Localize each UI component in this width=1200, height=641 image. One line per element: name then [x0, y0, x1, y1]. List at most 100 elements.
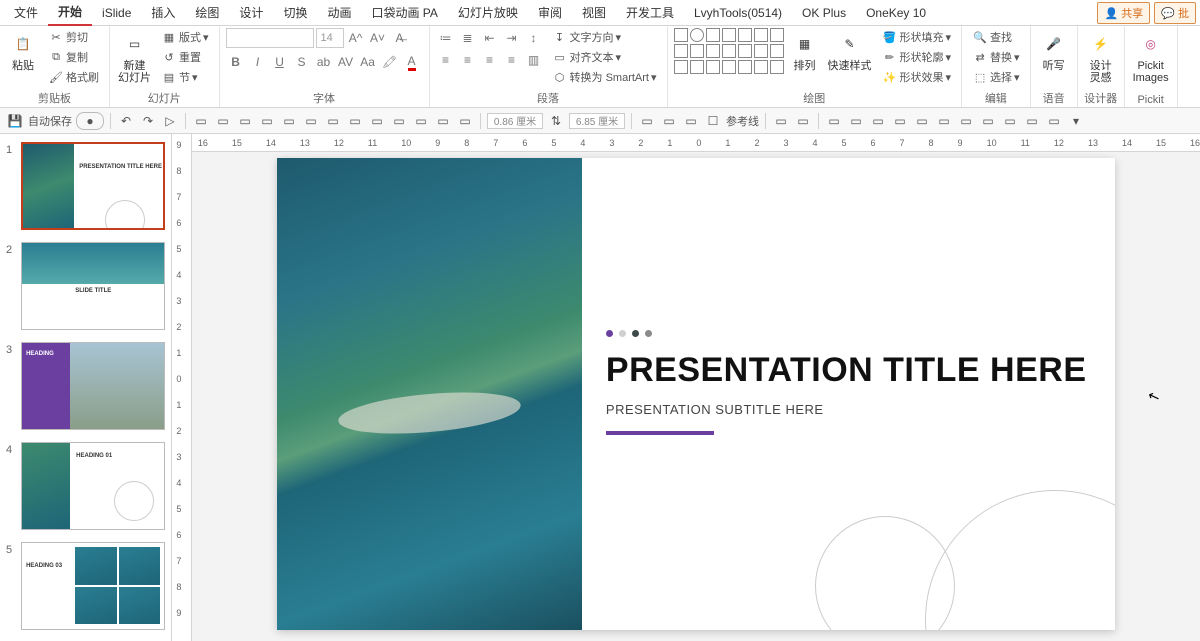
slide-thumbnails-panel[interactable]: 1 PRESENTATION TITLE HERE 2 SLIDE TITLE … [0, 134, 172, 641]
tab-developer[interactable]: 开发工具 [616, 0, 684, 25]
qat-btn-5[interactable]: ▭ [280, 112, 298, 130]
tab-draw[interactable]: 绘图 [185, 0, 229, 25]
tab-okplus[interactable]: OK Plus [792, 2, 856, 24]
lock-aspect-button[interactable]: ⇅ [547, 112, 565, 130]
numbering-button[interactable]: ≣ [458, 28, 478, 48]
thumbnail-3[interactable]: 3 HEADING [0, 340, 171, 440]
section-button[interactable]: ▤节 ▾ [157, 68, 213, 86]
quick-styles-button[interactable]: ✎快速样式 [826, 28, 874, 74]
spacing-button[interactable]: AV [336, 52, 356, 72]
bullets-button[interactable]: ≔ [436, 28, 456, 48]
highlight-button[interactable]: 🖍 [380, 52, 400, 72]
shadow-button[interactable]: ab [314, 52, 334, 72]
case-button[interactable]: Aa [358, 52, 378, 72]
qat-btn-13[interactable]: ▭ [456, 112, 474, 130]
qat-btn-17[interactable]: ▭ [772, 112, 790, 130]
thumbnail-5[interactable]: 5 HEADING 03 [0, 540, 171, 640]
indent-inc-button[interactable]: ⇥ [502, 28, 522, 48]
qat-btn-10[interactable]: ▭ [390, 112, 408, 130]
justify-button[interactable]: ≡ [502, 50, 522, 70]
thumb-preview-1[interactable]: PRESENTATION TITLE HERE [21, 142, 165, 230]
dictate-button[interactable]: 🎤听写 [1037, 28, 1071, 74]
undo-button[interactable]: ↶ [117, 112, 135, 130]
convert-smartart-button[interactable]: ⬡转换为 SmartArt ▾ [548, 68, 661, 86]
tab-pocket-anim[interactable]: 口袋动画 PA [361, 0, 447, 25]
qat-btn-25[interactable]: ▭ [957, 112, 975, 130]
save-button[interactable]: 💾 [6, 112, 24, 130]
pickit-button[interactable]: ◎Pickit Images [1131, 28, 1171, 86]
shape-effects-button[interactable]: ✨形状效果 ▾ [878, 68, 956, 86]
qat-btn-23[interactable]: ▭ [913, 112, 931, 130]
qat-btn-21[interactable]: ▭ [869, 112, 887, 130]
tab-lvyhtools[interactable]: LvyhTools(0514) [684, 2, 792, 24]
qat-btn-19[interactable]: ▭ [825, 112, 843, 130]
qat-btn-9[interactable]: ▭ [368, 112, 386, 130]
qat-btn-27[interactable]: ▭ [1001, 112, 1019, 130]
qat-btn-26[interactable]: ▭ [979, 112, 997, 130]
tab-transitions[interactable]: 切换 [273, 0, 317, 25]
qat-btn-11[interactable]: ▭ [412, 112, 430, 130]
align-left-button[interactable]: ≡ [436, 50, 456, 70]
qat-btn-6[interactable]: ▭ [302, 112, 320, 130]
qat-btn-14[interactable]: ▭ [638, 112, 656, 130]
bold-button[interactable]: B [226, 52, 246, 72]
qat-btn-2[interactable]: ▭ [214, 112, 232, 130]
decrease-font-button[interactable]: A˅ [368, 28, 388, 48]
tab-home[interactable]: 开始 [48, 0, 92, 26]
start-slideshow-button[interactable]: ▷ [161, 112, 179, 130]
text-direction-button[interactable]: ↧文字方向 ▾ [548, 28, 661, 46]
arrange-button[interactable]: ▦排列 [788, 28, 822, 74]
underline-button[interactable]: U [270, 52, 290, 72]
reset-button[interactable]: ↺重置 [157, 48, 213, 66]
qat-btn-12[interactable]: ▭ [434, 112, 452, 130]
tab-review[interactable]: 审阅 [528, 0, 572, 25]
thumbnail-2[interactable]: 2 SLIDE TITLE [0, 240, 171, 340]
slide-canvas-area[interactable]: PRESENTATION TITLE HERE PRESENTATION SUB… [192, 152, 1200, 641]
tab-onekey[interactable]: OneKey 10 [856, 2, 936, 24]
align-text-button[interactable]: ▭对齐文本 ▾ [548, 48, 661, 66]
tab-islide[interactable]: iSlide [92, 2, 141, 24]
guides-checkbox[interactable]: ☐ [704, 112, 722, 130]
thumb-preview-2[interactable]: SLIDE TITLE [21, 242, 165, 330]
width-measure[interactable]: 0.86 厘米 [487, 113, 543, 129]
align-center-button[interactable]: ≡ [458, 50, 478, 70]
tab-insert[interactable]: 插入 [141, 0, 185, 25]
paste-button[interactable]: 📋 粘贴 [6, 28, 40, 74]
font-color-button[interactable]: A [402, 52, 422, 72]
replace-button[interactable]: ⇄替换 ▾ [968, 48, 1024, 66]
tab-file[interactable]: 文件 [4, 0, 48, 25]
qat-btn-8[interactable]: ▭ [346, 112, 364, 130]
qat-btn-20[interactable]: ▭ [847, 112, 865, 130]
slide-hero-image[interactable] [277, 158, 582, 630]
increase-font-button[interactable]: A^ [346, 28, 366, 48]
tab-view[interactable]: 视图 [572, 0, 616, 25]
thumbnail-1[interactable]: 1 PRESENTATION TITLE HERE [0, 140, 171, 240]
thumb-preview-4[interactable]: HEADING 01 [21, 442, 165, 530]
slide-title[interactable]: PRESENTATION TITLE HERE [606, 351, 1095, 390]
qat-btn-4[interactable]: ▭ [258, 112, 276, 130]
tab-design[interactable]: 设计 [229, 0, 273, 25]
shape-outline-button[interactable]: ✏形状轮廓 ▾ [878, 48, 956, 66]
new-slide-button[interactable]: ▭ 新建 幻灯片 [116, 28, 153, 86]
strike-button[interactable]: S [292, 52, 312, 72]
select-button[interactable]: ⬚选择 ▾ [968, 68, 1024, 86]
qat-btn-22[interactable]: ▭ [891, 112, 909, 130]
columns-button[interactable]: ▥ [524, 50, 544, 70]
italic-button[interactable]: I [248, 52, 268, 72]
slide-canvas[interactable]: PRESENTATION TITLE HERE PRESENTATION SUB… [277, 158, 1115, 630]
thumb-preview-3[interactable]: HEADING [21, 342, 165, 430]
qat-btn-28[interactable]: ▭ [1023, 112, 1041, 130]
line-spacing-button[interactable]: ↕ [524, 28, 544, 48]
autosave-toggle[interactable]: ● [76, 112, 104, 130]
font-name-combo[interactable] [226, 28, 314, 48]
tab-slideshow[interactable]: 幻灯片放映 [448, 0, 528, 25]
clear-format-button[interactable]: A̶ [390, 28, 410, 48]
thumbnail-4[interactable]: 4 HEADING 01 [0, 440, 171, 540]
qat-more-button[interactable]: ▾ [1067, 112, 1085, 130]
shapes-gallery[interactable] [674, 28, 784, 74]
shape-fill-button[interactable]: 🪣形状填充 ▾ [878, 28, 956, 46]
slide-subtitle[interactable]: PRESENTATION SUBTITLE HERE [606, 402, 1095, 417]
qat-btn-24[interactable]: ▭ [935, 112, 953, 130]
qat-btn-29[interactable]: ▭ [1045, 112, 1063, 130]
redo-button[interactable]: ↷ [139, 112, 157, 130]
